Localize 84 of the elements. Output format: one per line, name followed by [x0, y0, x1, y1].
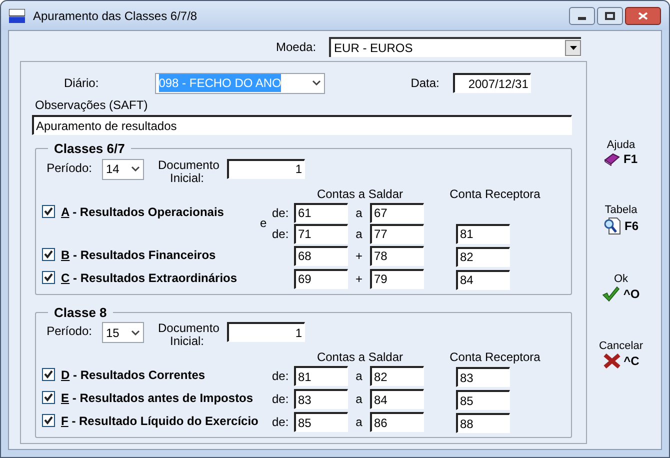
- checkbox-label: D - Resultados Correntes: [61, 368, 206, 382]
- range-prefix: de:: [272, 392, 289, 406]
- checkbox-label: E - Resultados antes de Impostos: [61, 391, 254, 405]
- account-field[interactable]: 79: [370, 268, 424, 288]
- receiver-account-field[interactable]: 85: [456, 390, 510, 410]
- account-field[interactable]: 81: [294, 366, 348, 386]
- close-button[interactable]: [625, 6, 661, 24]
- receiver-account-field[interactable]: 82: [456, 246, 510, 266]
- range-joiner: +: [355, 270, 362, 288]
- range-prefix: de:: [272, 226, 289, 240]
- checkbox-label: C - Resultados Extraordinários: [61, 270, 238, 284]
- journal-value: 098 - FECHO DO ANO: [158, 74, 282, 92]
- receiver-account-field[interactable]: 84: [456, 270, 510, 290]
- cross-icon: [602, 353, 621, 369]
- checkbox[interactable]: [42, 368, 55, 381]
- currency-label: Moeda:: [276, 39, 316, 56]
- chevron-icon: [131, 330, 140, 336]
- range-prefix: de:: [272, 415, 289, 429]
- account-field[interactable]: 85: [294, 412, 348, 432]
- column-header: Contas a Saldar: [316, 188, 404, 200]
- period-label: Período:: [46, 323, 92, 340]
- account-field[interactable]: 71: [294, 224, 348, 244]
- date-label: Data:: [410, 75, 440, 92]
- dropdown-button[interactable]: [565, 40, 581, 56]
- range-joiner: a: [356, 368, 362, 385]
- document-field[interactable]: 1: [227, 322, 305, 342]
- range-joiner: a: [356, 414, 362, 431]
- account-field[interactable]: 84: [370, 389, 424, 409]
- action-button[interactable]: Tabela F6: [603, 203, 638, 235]
- group-title: Classes 6/7: [53, 140, 126, 158]
- notes-label: Observações (SAFT): [35, 97, 149, 114]
- checkbox[interactable]: [42, 204, 55, 218]
- checkbox[interactable]: [42, 414, 55, 427]
- column-header: Conta Receptora: [448, 188, 542, 200]
- action-button[interactable]: Ajuda F1: [604, 138, 638, 166]
- range-prefix: de:: [272, 206, 289, 220]
- account-field[interactable]: 83: [294, 389, 348, 409]
- checkbox-label: F - Resultado Líquido do Exercício: [61, 414, 258, 428]
- chevron-icon: [312, 80, 321, 86]
- column-header: Contas a Saldar: [316, 351, 404, 363]
- account-field[interactable]: 67: [370, 202, 424, 222]
- close-icon: [638, 12, 648, 20]
- period-label: Período:: [46, 160, 92, 176]
- checkbox[interactable]: [42, 391, 55, 404]
- action-button[interactable]: Cancelar ^C: [598, 339, 644, 369]
- account-field[interactable]: 78: [370, 246, 424, 266]
- range-joiner: a: [356, 226, 362, 242]
- checkbox[interactable]: [42, 248, 55, 260]
- account-field[interactable]: 77: [370, 224, 424, 244]
- range-joiner: a: [356, 204, 362, 222]
- period-select[interactable]: 14: [102, 158, 144, 180]
- account-field[interactable]: 86: [370, 412, 424, 432]
- receiver-account-field[interactable]: 83: [456, 367, 510, 387]
- dropdown-arrow-icon: [570, 46, 576, 50]
- period-select[interactable]: 15: [102, 322, 144, 343]
- account-field[interactable]: 68: [294, 246, 348, 266]
- currency-select[interactable]: EUR - EUROS: [329, 37, 581, 57]
- account-field[interactable]: 61: [294, 202, 348, 222]
- range-joiner: +: [355, 248, 362, 264]
- document-field[interactable]: 1: [227, 158, 305, 178]
- group-title: Classe 8: [53, 304, 108, 322]
- minimize-button[interactable]: [569, 6, 595, 24]
- magnifier-document-icon: [603, 217, 622, 235]
- receiver-account-field[interactable]: 88: [456, 413, 510, 433]
- book-icon: [604, 152, 620, 166]
- action-button[interactable]: Ok ^O: [602, 272, 640, 302]
- maximize-button[interactable]: [597, 6, 623, 24]
- column-header: Conta Receptora: [448, 351, 542, 363]
- chevron-icon: [131, 166, 140, 172]
- app-icon: [9, 8, 25, 22]
- range-prefix: de:: [272, 369, 289, 383]
- conjunction-label: e: [260, 215, 267, 232]
- receiver-account-field[interactable]: 81: [456, 224, 510, 244]
- account-field[interactable]: 82: [370, 366, 424, 386]
- journal-label: Diário:: [64, 75, 99, 92]
- checkbox-label: A - Resultados Operacionais: [61, 204, 224, 218]
- range-joiner: a: [356, 391, 362, 408]
- date-field[interactable]: 2007/12/31: [453, 73, 532, 93]
- account-field[interactable]: 69: [294, 268, 348, 288]
- window-title: Apuramento das Classes 6/7/8: [33, 8, 198, 24]
- checkmark-icon: [602, 286, 620, 302]
- checkbox-label: B - Resultados Financeiros: [61, 248, 216, 262]
- notes-field[interactable]: Apuramento de resultados: [32, 115, 572, 135]
- checkbox[interactable]: [42, 270, 55, 284]
